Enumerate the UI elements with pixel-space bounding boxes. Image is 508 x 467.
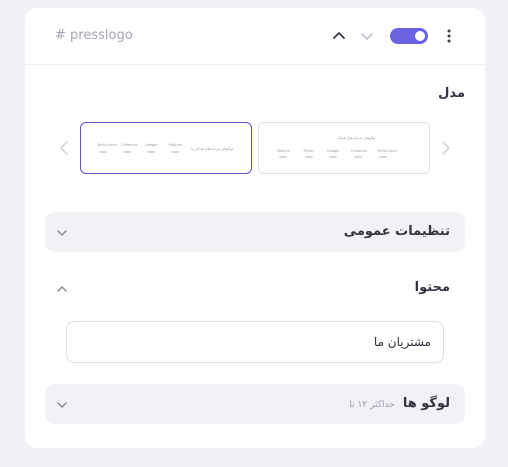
thumbnail-logo: Chronicle [351,149,368,153]
thumbnail-line [123,151,131,153]
thumbnail-logo: Podium [277,149,290,153]
model-thumbnail-2[interactable]: لوگوهای شرکت‌های همکار ما TechCrunch Chr… [80,122,252,174]
content-title-field[interactable] [66,321,444,363]
thumbnail-logo: Tinder [303,149,315,153]
content-title-input[interactable] [67,322,443,362]
chevron-down-icon[interactable] [359,26,375,46]
thumbnail-logo: TechCrunch [97,143,118,147]
content-section[interactable]: محتوا [45,268,465,308]
thumbnail-logo: Chronicle [121,143,138,147]
kebab-menu-icon[interactable] [443,26,455,46]
general-settings-label: تنظیمات عمومی [343,224,450,239]
thumbnail-line [305,156,313,158]
logos-section[interactable]: لوگو ها حداکثر ۱۲ تا [45,384,465,424]
thumbnail-caption: لوگوهای شرکت‌های همکار ما [191,147,234,151]
logos-hint: حداکثر ۱۲ تا [349,400,395,410]
thumbnail-line [379,156,387,158]
thumbnail-line [279,156,287,158]
thumbnail-logo: Podium [169,143,182,147]
thumbnail-line [171,151,179,153]
logos-title: لوگو ها [402,396,450,411]
thumbnail-caption: لوگوهای شرکت‌های همکار [337,136,376,140]
enable-toggle[interactable] [390,28,428,44]
thumbnail-logo: TechCrunch [377,149,398,153]
thumbnail-line [99,151,107,153]
settings-card: # presslogo مدل لوگوهای شرکت‌های همکار P… [25,8,485,448]
chevron-down-icon[interactable] [55,225,69,239]
chevron-left-icon[interactable] [56,138,72,158]
chevron-up-icon[interactable] [55,281,69,295]
thumbnail-line [147,151,155,153]
thumbnail-line [329,156,337,158]
chevron-down-icon[interactable] [55,397,69,411]
general-settings-section[interactable]: تنظیمات عمومی [45,212,465,252]
toggle-knob [415,31,425,41]
chevron-up-icon[interactable] [331,26,347,46]
chevron-right-icon[interactable] [438,138,454,158]
model-thumbnail-1[interactable]: لوگوهای شرکت‌های همکار Podium Tinder Goo… [258,122,430,174]
thumbnail-logo: Google [145,143,158,147]
block-title: # presslogo [55,28,133,43]
card-header: # presslogo [25,8,485,65]
thumbnail-line [354,156,362,158]
content-label: محتوا [414,280,450,295]
model-label: مدل [438,86,465,101]
logos-label: لوگو ها حداکثر ۱۲ تا [349,396,450,411]
thumbnail-logo: Google [327,149,340,153]
